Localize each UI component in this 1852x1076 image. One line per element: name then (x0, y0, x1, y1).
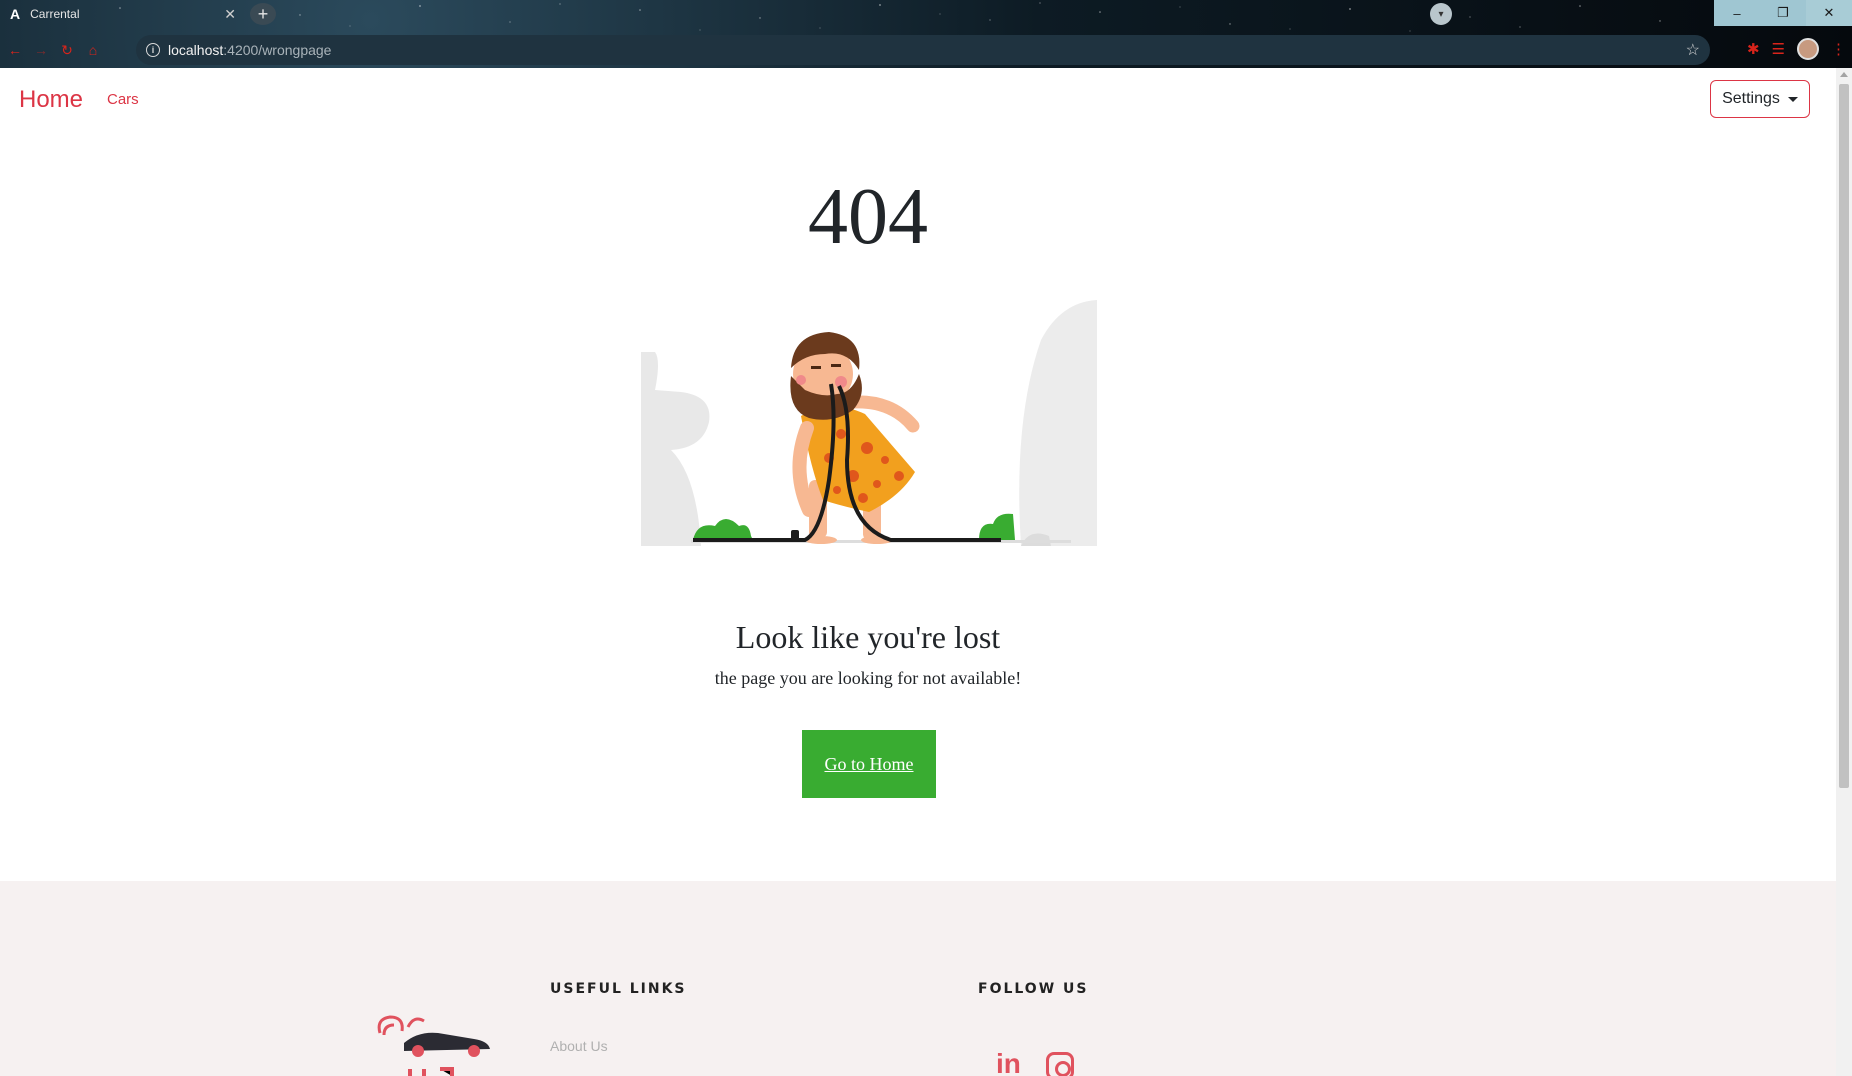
tab-search-icon[interactable]: ▾ (1430, 3, 1452, 25)
reload-icon[interactable]: ↻ (56, 42, 78, 59)
settings-dropdown-button[interactable]: Settings (1710, 80, 1810, 118)
extension-puzzle-icon[interactable]: ✱ (1747, 40, 1760, 58)
angular-favicon-icon: A (10, 6, 21, 22)
extension-list-icon[interactable]: ☰ (1772, 40, 1785, 58)
go-to-home-button[interactable]: Go to Home (802, 730, 936, 798)
site-info-icon[interactable]: i (146, 43, 160, 57)
follow-us-heading: FOLLOW US (978, 981, 1089, 997)
forward-icon[interactable]: → (30, 42, 52, 58)
bookmark-star-icon[interactable]: ☆ (1686, 40, 1700, 60)
caret-down-icon (1787, 96, 1798, 102)
browser-tab[interactable]: A Carrental ✕ (0, 0, 246, 28)
lost-caveman-illustration (641, 300, 1097, 546)
scroll-up-arrow-icon[interactable] (1840, 72, 1848, 77)
error-code: 404 (808, 173, 928, 261)
browser-toolbar: ← → ↻ ⌂ i localhost:4200/wrongpage ☆ ✱ ☰… (0, 34, 1852, 66)
minimize-button[interactable]: – (1714, 0, 1760, 26)
nav-link-cars[interactable]: Cars (107, 91, 139, 108)
tab-title: Carrental (30, 7, 80, 21)
footer (0, 881, 1836, 1076)
home-icon[interactable]: ⌂ (82, 42, 104, 58)
browser-chrome: A Carrental ✕ + ▾ – ❐ ✕ ← → ↻ ⌂ i localh… (0, 0, 1852, 68)
window-controls: – ❐ ✕ (1714, 0, 1852, 26)
close-window-button[interactable]: ✕ (1806, 0, 1852, 26)
profile-avatar[interactable] (1797, 38, 1819, 60)
browser-menu-icon[interactable]: ⋮ (1831, 40, 1846, 58)
tab-close-icon[interactable]: ✕ (224, 6, 236, 23)
settings-label: Settings (1722, 90, 1780, 107)
navbar-brand-home[interactable]: Home (19, 86, 83, 114)
back-icon[interactable]: ← (4, 42, 26, 58)
carrental-logo[interactable] (374, 1013, 494, 1076)
navbar: Home Cars Settings (0, 68, 1836, 132)
page-viewport: Home Cars Settings 404 Look like you're … (0, 68, 1836, 1076)
extensions-area: ✱ ☰ ⋮ (1747, 38, 1846, 60)
scroll-thumb[interactable] (1839, 84, 1849, 788)
footer-link-about-us[interactable]: About Us (550, 1038, 608, 1054)
lost-heading: Look like you're lost (735, 619, 1001, 655)
url-text[interactable]: localhost:4200/wrongpage (168, 42, 1678, 58)
useful-links-heading: USEFUL LINKS (550, 981, 687, 997)
new-tab-button[interactable]: + (250, 3, 276, 25)
linkedin-icon[interactable]: in (996, 1048, 1021, 1076)
instagram-icon[interactable] (1046, 1052, 1074, 1076)
lost-subtext: the page you are looking for not availab… (714, 668, 1022, 688)
url-path: :4200/wrongpage (223, 42, 332, 58)
page-scrollbar[interactable] (1836, 68, 1852, 1076)
address-bar[interactable]: i localhost:4200/wrongpage ☆ (136, 35, 1710, 65)
url-host: localhost (168, 42, 224, 58)
restore-button[interactable]: ❐ (1760, 0, 1806, 26)
